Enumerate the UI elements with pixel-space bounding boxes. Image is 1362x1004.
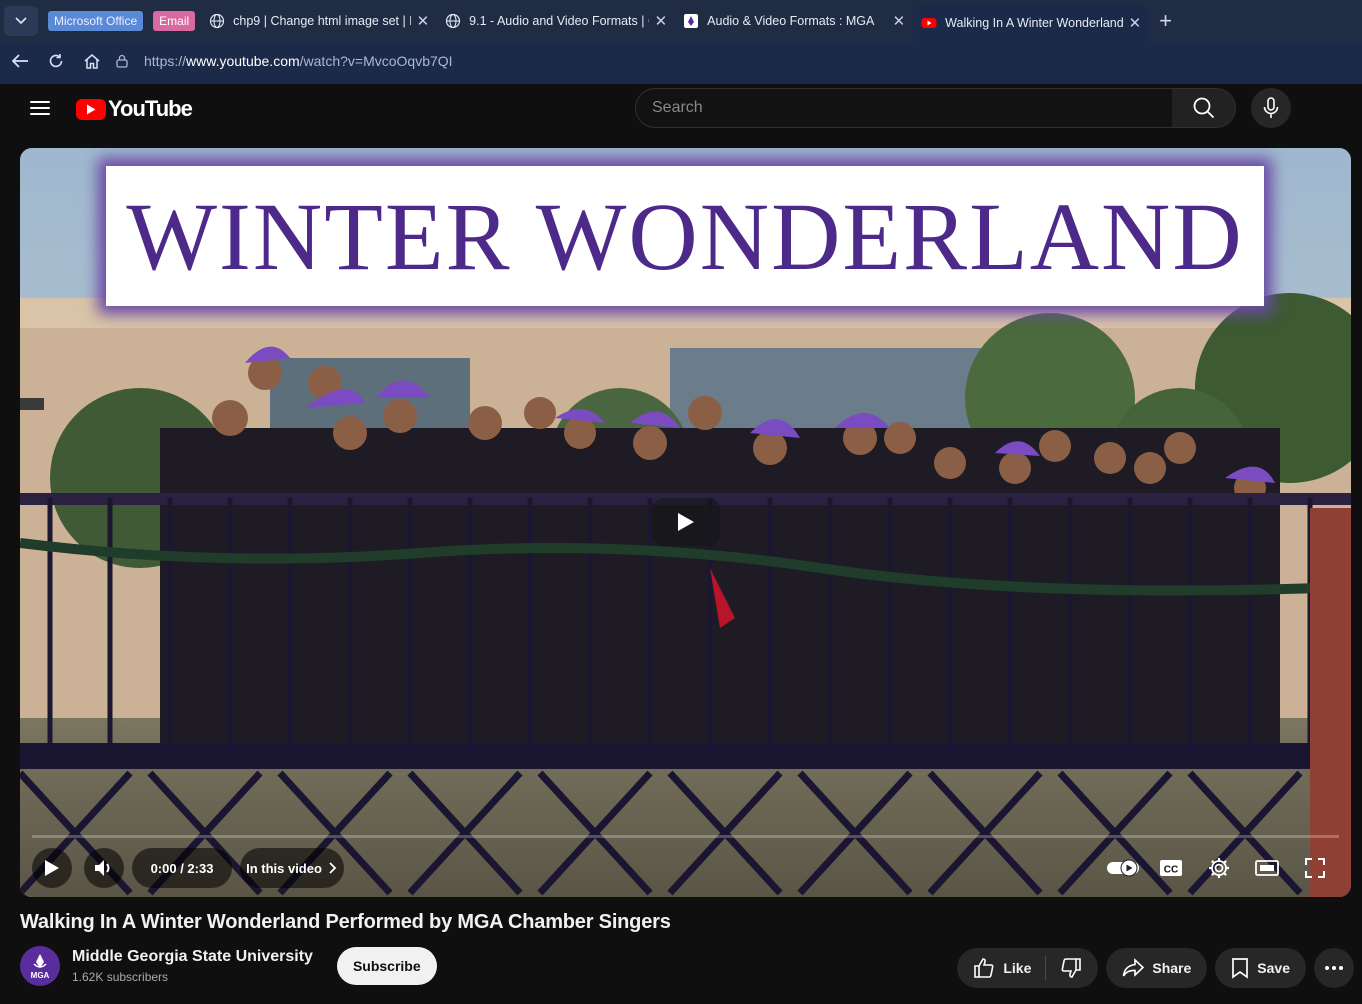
tab-group-microsoft-office[interactable]: Microsoft Office xyxy=(48,11,144,31)
gear-icon xyxy=(1209,858,1229,878)
mga-icon xyxy=(684,14,699,28)
video-actions: Like Share Save xyxy=(957,948,1354,988)
subscriber-count: 1.62K subscribers xyxy=(72,970,169,984)
video-title-banner: WINTER WONDERLAND xyxy=(106,166,1264,306)
back-button[interactable] xyxy=(2,46,38,76)
home-icon xyxy=(84,54,100,69)
url-field[interactable]: https://www.youtube.com/watch?v=MvcoOqvb… xyxy=(116,46,1362,76)
chevron-down-icon xyxy=(15,17,27,25)
close-tab-icon[interactable]: ✕ xyxy=(1129,14,1142,32)
tab-title: 9.1 - Audio and Video Formats | Ch xyxy=(469,14,649,28)
youtube-page: YouTube Search WINTER WONDERLAND 0:00 / … xyxy=(4,84,1362,1004)
new-tab-button[interactable]: + xyxy=(1159,8,1172,34)
microphone-icon xyxy=(1263,97,1279,118)
channel-row: MGA Middle Georgia State University 1.62… xyxy=(20,944,437,988)
chapters-label: In this video xyxy=(246,860,322,876)
video-title: Walking In A Winter Wonderland Performed… xyxy=(20,911,671,933)
subtitles-button[interactable]: CC xyxy=(1147,848,1195,888)
channel-avatar[interactable]: MGA xyxy=(20,946,60,986)
tab-group-email[interactable]: Email xyxy=(153,11,196,31)
svg-text:CC: CC xyxy=(1164,865,1178,876)
youtube-icon xyxy=(921,18,937,28)
hamburger-line xyxy=(30,101,50,103)
browser-tab-3[interactable]: Audio & Video Formats : MGA ✕ xyxy=(675,4,913,38)
center-play-button[interactable] xyxy=(652,498,720,546)
youtube-play-icon xyxy=(76,98,106,120)
youtube-logo[interactable]: YouTube xyxy=(76,96,193,122)
time-display: 0:00 / 2:33 xyxy=(132,848,232,888)
hamburger-line xyxy=(30,113,50,115)
video-progress-bar[interactable] xyxy=(32,835,1339,838)
channel-name[interactable]: Middle Georgia State University xyxy=(72,948,313,966)
browser-tab-2[interactable]: 9.1 - Audio and Video Formats | Ch ✕ xyxy=(437,4,675,38)
browser-tab-active[interactable]: Walking In A Winter Wonderland P ✕ xyxy=(913,4,1150,42)
lock-icon xyxy=(116,54,134,68)
home-button[interactable] xyxy=(74,46,110,76)
hamburger-line xyxy=(30,107,50,109)
thumbs-down-icon xyxy=(1061,958,1082,978)
share-button[interactable]: Share xyxy=(1106,948,1208,988)
thumbs-up-icon xyxy=(974,958,994,978)
like-dislike-group: Like xyxy=(957,948,1099,988)
mute-button[interactable] xyxy=(84,848,124,888)
more-horizontal-icon xyxy=(1325,966,1343,970)
settings-button[interactable] xyxy=(1195,848,1243,888)
youtube-header: YouTube Search xyxy=(4,84,1362,132)
play-icon xyxy=(45,860,59,876)
close-tab-icon[interactable]: ✕ xyxy=(417,12,430,30)
refresh-button[interactable] xyxy=(38,46,74,76)
banner-text: WINTER WONDERLAND xyxy=(126,182,1244,290)
url-domain: www.youtube.com xyxy=(186,53,300,69)
refresh-icon xyxy=(49,54,63,68)
play-icon xyxy=(678,513,694,531)
voice-search-button[interactable] xyxy=(1251,88,1291,128)
like-button[interactable]: Like xyxy=(957,956,1047,980)
chevron-right-icon xyxy=(329,862,337,874)
chapters-button[interactable]: In this video xyxy=(240,848,344,888)
right-controls: CC xyxy=(1099,848,1339,888)
share-label: Share xyxy=(1152,960,1192,976)
channel-info: Middle Georgia State University 1.62K su… xyxy=(72,948,313,984)
tab-title: Audio & Video Formats : MGA xyxy=(707,14,875,28)
fullscreen-button[interactable] xyxy=(1291,848,1339,888)
search-input[interactable]: Search xyxy=(635,88,1173,128)
video-player[interactable]: WINTER WONDERLAND 0:00 / 2:33 In this vi… xyxy=(20,148,1351,897)
mga-logo-icon xyxy=(33,953,47,968)
search-icon xyxy=(1193,97,1214,119)
volume-icon xyxy=(95,860,110,876)
close-tab-icon[interactable]: ✕ xyxy=(655,12,668,30)
play-button[interactable] xyxy=(32,848,72,888)
tab-title: chp9 | Change html image set | Dja xyxy=(233,14,411,28)
youtube-wordmark: YouTube xyxy=(108,96,193,121)
close-tab-icon[interactable]: ✕ xyxy=(893,12,906,30)
fullscreen-icon xyxy=(1305,858,1325,878)
avatar-text: MGA xyxy=(30,970,50,980)
globe-icon xyxy=(446,13,461,29)
theater-mode-button[interactable] xyxy=(1243,848,1291,888)
theater-mode-icon xyxy=(1255,860,1279,876)
share-icon xyxy=(1123,958,1145,977)
globe-icon xyxy=(210,13,225,29)
url-prefix: https:// xyxy=(144,53,187,69)
menu-button[interactable] xyxy=(24,96,56,120)
autoplay-toggle[interactable] xyxy=(1099,848,1147,888)
url-path: /watch?v=MvcoOqvb7QI xyxy=(299,53,453,69)
arrow-left-icon xyxy=(11,54,28,68)
bookmark-icon xyxy=(1232,958,1249,979)
closed-captions-icon: CC xyxy=(1160,860,1182,876)
browser-tab-bar: Microsoft Office Email chp9 | Change htm… xyxy=(0,0,1362,42)
dislike-button[interactable] xyxy=(1046,948,1098,988)
browser-tab-1[interactable]: chp9 | Change html image set | Dja ✕ xyxy=(201,4,437,38)
video-controls: 0:00 / 2:33 In this video CC xyxy=(32,848,1339,888)
search-button[interactable] xyxy=(1172,88,1236,128)
autoplay-toggle-icon xyxy=(1107,859,1139,877)
address-bar-row: https://www.youtube.com/watch?v=MvcoOqvb… xyxy=(0,42,1362,80)
more-actions-button[interactable] xyxy=(1314,948,1354,988)
tab-title: Walking In A Winter Wonderland P xyxy=(945,16,1123,30)
save-button[interactable]: Save xyxy=(1215,948,1306,988)
subscribe-button[interactable]: Subscribe xyxy=(336,947,437,985)
tab-actions-menu-button[interactable] xyxy=(4,6,38,36)
like-label: Like xyxy=(1003,960,1032,976)
save-label: Save xyxy=(1257,960,1290,976)
